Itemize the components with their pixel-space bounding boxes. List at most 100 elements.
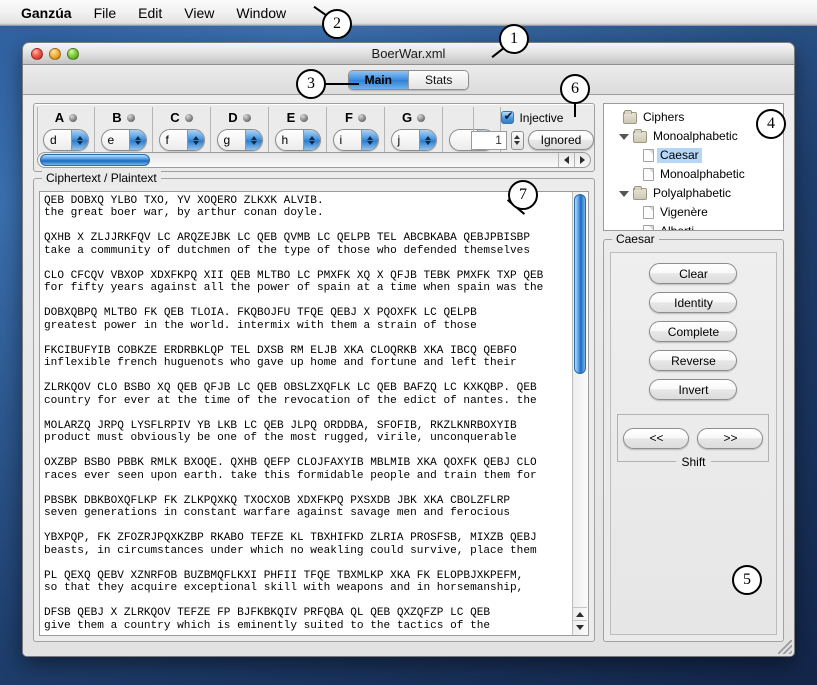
knob-icon[interactable] [184,113,193,122]
tree-label-alberti: Alberti [659,224,694,231]
tab-stats[interactable]: Stats [408,70,469,89]
letter-label-e: E [286,110,296,125]
stepper-icon[interactable] [418,130,436,150]
tree-node-polyalphabetic-group[interactable]: Polyalphabetic [607,184,780,203]
identity-button[interactable]: Identity [649,292,738,313]
shift-next-button[interactable]: >> [697,427,764,449]
tree-node-monoalphabetic[interactable]: Monoalphabetic [607,165,780,184]
callout-leader-6 [574,103,576,117]
chevron-down-icon[interactable] [619,190,630,197]
vscroll-down-icon[interactable] [573,620,588,633]
tree-node-alberti[interactable]: Alberti [607,222,780,231]
knob-icon[interactable] [417,113,426,122]
letter-header-g: G [401,109,426,126]
tree-label-polyalphabetic-group: Polyalphabetic [652,186,732,200]
letter-cell-d: D g [211,107,269,155]
ignored-stepper-icon[interactable] [510,130,524,150]
stepper-icon[interactable] [71,130,88,150]
menu-item-window[interactable]: Window [225,1,297,25]
menu-item-view[interactable]: View [173,1,225,25]
ignored-spinner-input[interactable]: 1 [470,130,507,150]
toolbar-hscrollbar[interactable] [37,151,591,168]
clear-button[interactable]: Clear [649,263,738,284]
invert-button[interactable]: Invert [649,379,738,400]
knob-icon[interactable] [69,113,78,122]
left-column: A d B e C f D g E h F i G j ✔ Injective … [33,103,595,642]
letter-header-f: F [345,109,366,126]
ciphertext-textarea[interactable]: QEB DOBXQ YLBO TXO, YV XOQERO ZLKXK ALVI… [40,192,572,636]
application-window: BoerWar.xml Main Stats A d B e C f D g E… [22,42,795,657]
tree-label-vigenere: Vigenère [659,205,708,219]
letter-cell-b: B e [95,107,153,155]
tree-node-caesar[interactable]: Caesar [607,146,780,165]
caesar-group-label: Caesar [611,232,659,246]
letter-value-g: j [397,133,401,147]
menu-item-app[interactable]: Ganzúa [10,1,83,25]
stepper-icon[interactable] [128,130,146,150]
hscrollbar-thumb[interactable] [40,153,150,166]
hscroll-right-icon[interactable] [573,152,590,167]
complete-button[interactable]: Complete [649,321,738,342]
letter-label-g: G [401,110,413,125]
callout-1: 1 [499,24,529,54]
chevron-down-icon[interactable] [619,133,630,140]
letter-combo-e[interactable]: h [274,129,321,151]
tree-node-root[interactable]: Ciphers [607,108,780,127]
reverse-button[interactable]: Reverse [649,350,738,371]
letter-value-c: f [165,133,169,147]
menu-item-file[interactable]: File [83,1,128,25]
folder-icon [632,185,647,200]
injective-row: Injective [501,109,563,126]
stepper-icon[interactable] [302,130,320,150]
vscrollbar-thumb[interactable] [574,193,587,374]
ciphertext-group: Ciphertext / Plaintext QEB DOBXQ YLBO TX… [33,170,595,642]
ciphertext-vscrollbar[interactable] [571,191,588,635]
callout-7: 7 [508,180,538,210]
file-icon [642,225,654,230]
letter-header-b: B [112,109,135,126]
letter-combo-c[interactable]: f [158,129,205,151]
letter-combo-d[interactable]: g [216,129,263,151]
stepper-icon[interactable] [244,130,262,150]
ciphertext-group-label: Ciphertext / Plaintext [42,170,161,185]
window-title: BoerWar.xml [371,46,446,61]
tab-main[interactable]: Main [348,70,409,89]
tree-node-monoalphabetic-group[interactable]: Monoalphabetic [607,127,780,146]
right-column: Ciphers Monoalphabetic Caesar Monoalphab… [602,103,784,642]
folder-icon [622,109,637,124]
knob-icon[interactable] [300,113,309,122]
tree-node-vigenere[interactable]: Vigenère [607,203,780,222]
letter-combo-b[interactable]: e [100,129,147,151]
letter-value-b: e [107,133,115,147]
ignored-row: 1 Ignored [470,130,594,150]
letter-value-e: h [281,133,289,147]
window-titlebar[interactable]: BoerWar.xml [23,43,794,65]
resize-grip[interactable] [778,640,792,654]
letter-combo-a[interactable]: d [43,129,89,151]
tree-label-monoalphabetic-group: Monoalphabetic [652,129,738,143]
letter-cell-a: A d [37,107,95,155]
substitution-toolbar: A d B e C f D g E h F i G j ✔ Injective … [33,103,595,172]
letter-cell-e: E h [269,107,327,155]
stepper-icon[interactable] [186,130,204,150]
shift-prev-button[interactable]: << [623,427,690,449]
knob-icon[interactable] [357,113,366,122]
letter-value-a: d [50,133,57,147]
injective-checkbox[interactable] [501,109,515,124]
callout-leader-3 [325,83,359,85]
knob-icon[interactable] [126,113,135,122]
hscroll-left-icon[interactable] [557,152,574,167]
ciphertext-editor[interactable]: QEB DOBXQ YLBO TXO, YV XOQERO ZLKXK ALVI… [39,190,589,636]
menu-item-edit[interactable]: Edit [127,1,173,25]
injective-label: Injective [519,110,564,125]
window-body: A d B e C f D g E h F i G j ✔ Injective … [23,95,794,656]
letter-label-c: C [170,110,180,125]
letter-combo-g[interactable]: j [390,129,437,151]
vscroll-up-icon[interactable] [573,607,588,620]
letter-combo-f[interactable]: i [332,129,379,151]
ignored-button[interactable]: Ignored [527,130,594,150]
stepper-icon[interactable] [360,130,378,150]
callout-2: 2 [322,9,352,39]
letter-cell-g: G j [385,107,443,155]
knob-icon[interactable] [242,113,251,122]
